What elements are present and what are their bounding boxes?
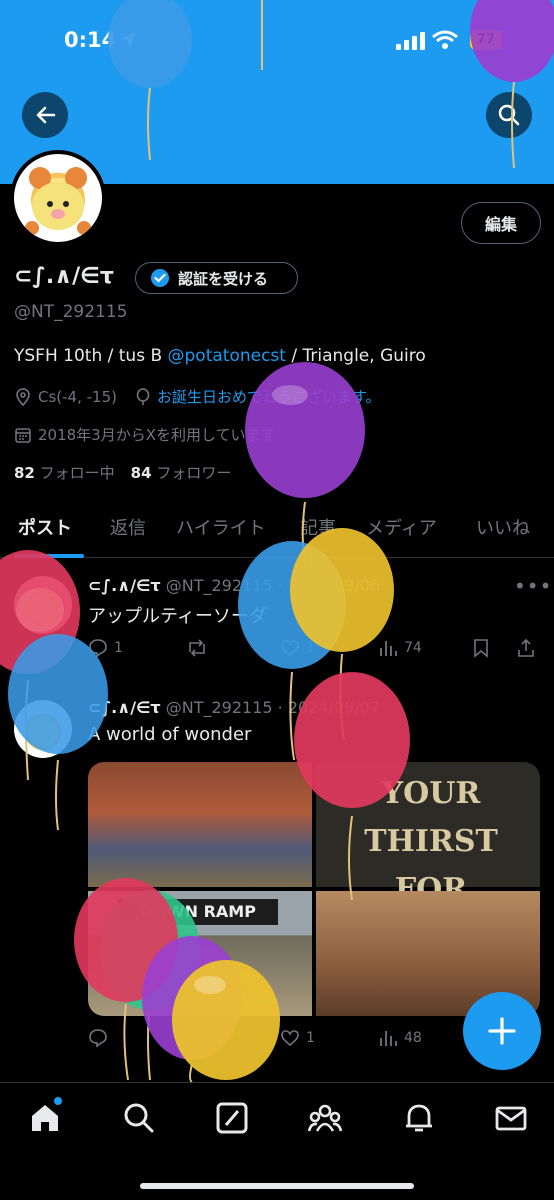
tweet-header: ⊂∫.∧/∈τ @NT_292115 · 2024/09/06 [88,576,380,595]
reply-button[interactable]: 1 [88,638,123,658]
tweet-author-name: ⊂∫.∧/∈τ [88,698,161,717]
like-count: 1 [306,640,315,656]
bio-text-suffix: / Triangle, Guiro [285,346,426,366]
tab-highlights[interactable]: ハイライト [176,514,266,540]
repost-icon [189,639,205,657]
search-button[interactable] [486,92,532,138]
ramp-sign-text: DOWN RAMP [118,899,278,925]
tweet-header: ⊂∫.∧/∈τ @NT_292115 · 2024/09/07 [88,698,380,717]
avatar-character-image [25,167,91,235]
profile-handle: @NT_292115 [14,302,128,322]
communities-icon[interactable] [308,1101,342,1135]
views-chart-icon [380,1031,397,1046]
battery-indicator: 77 [470,30,502,50]
profile-location: Cs(-4, -15) [38,387,117,406]
tab-posts[interactable]: ポスト [18,514,72,540]
followers-count: 84 [130,464,152,482]
status-time: 0:14 [64,28,117,52]
balloon-icon [136,387,150,405]
follow-stats: 82 フォロー中 84 フォロワー [14,462,231,483]
following-count: 82 [14,464,35,482]
media-photo-ramp[interactable]: DOWN RAMP [88,891,312,1016]
location-pin-icon [16,387,30,406]
bookmark-button[interactable] [472,638,490,658]
bottom-navigation [0,1082,554,1200]
edit-profile-button[interactable]: 編集 [461,202,541,244]
profile-birthday[interactable]: お誕生日おめでとうございます。 [157,386,381,407]
get-verified-button[interactable]: 認証を受ける [135,262,298,294]
share-icon [518,638,534,657]
views-button[interactable]: 48 [378,1028,422,1048]
views-chart-icon [380,641,397,656]
repost-button[interactable] [186,638,208,658]
active-tab-indicator [14,554,84,558]
home-notification-dot [54,1097,62,1105]
home-icon[interactable] [28,1101,62,1135]
profile-tabs: ポスト 返信 ハイライト 記事 メディア いいね [0,504,554,558]
search-icon[interactable] [122,1101,156,1135]
reply-icon [89,1029,107,1048]
reply-button[interactable] [88,1028,108,1048]
notifications-bell-icon[interactable] [402,1101,436,1135]
profile-meta-location-birthday: Cs(-4, -15) お誕生日おめでとうございます。 [14,386,381,407]
display-name: ⊂∫.∧/∈τ [14,264,114,289]
tab-media[interactable]: メディア [366,514,437,540]
profile-bio: YSFH 10th / tus B @potatonecst / Triangl… [14,346,426,366]
tweet-author-name: ⊂∫.∧/∈τ [88,576,161,595]
following-link[interactable]: 82 フォロー中 [14,462,115,483]
more-options-icon[interactable]: ••• [514,574,552,598]
heart-icon [281,640,299,657]
tweet-handle-date: @NT_292115 · 2024/09/07 [165,698,381,717]
reply-icon [89,639,107,658]
followers-link[interactable]: 84 フォロワー [131,462,232,483]
tweet-text: アップルティーソーダ [88,606,267,627]
messages-envelope-icon[interactable] [494,1101,528,1135]
wifi-icon [432,30,458,49]
like-button[interactable]: 1 [280,1028,315,1048]
tab-replies[interactable]: 返信 [110,514,146,540]
profile-avatar[interactable] [10,150,106,246]
status-bar: 0:14 77 [0,0,554,82]
tab-likes[interactable]: いいね [476,514,530,540]
home-indicator-bar [140,1183,414,1189]
location-arrow-icon [120,32,136,48]
tweet-avatar[interactable] [14,700,72,758]
grok-icon[interactable] [215,1101,249,1135]
bio-mention-link[interactable]: @potatonecst [168,346,286,366]
profile-meta-joined: 2018年3月からXを利用しています [14,424,276,445]
reply-count: 1 [114,640,123,656]
like-count: 1 [306,1030,315,1046]
like-button[interactable]: 1 [280,638,315,658]
heart-icon [281,1030,299,1047]
share-button[interactable] [516,638,536,658]
calendar-icon [15,427,31,443]
bio-text-prefix: YSFH 10th / tus B [14,346,168,366]
tweet-handle-date: @NT_292115 · 2024/09/06 [165,576,381,595]
tweet-media-grid[interactable]: YOUR THIRST FOR DOWN RAMP [88,762,540,1016]
arrow-left-icon [36,106,56,124]
tweet-avatar[interactable] [14,576,72,634]
back-button[interactable] [22,92,68,138]
cellular-signal-icon [396,32,425,50]
verified-badge-icon [151,269,169,287]
views-button[interactable]: 74 [378,638,422,658]
search-icon [498,104,520,126]
view-count: 48 [404,1030,422,1046]
profile-joined-date: 2018年3月からXを利用しています [38,426,276,444]
tab-articles[interactable]: 記事 [300,514,336,540]
compose-post-button[interactable] [463,992,541,1070]
following-label: フォロー中 [39,464,115,482]
media-photo-mural[interactable] [88,762,312,887]
followers-label: フォロワー [156,464,232,482]
tweet-text: A world of wonder [88,724,252,745]
tweet-actions: 1 1 74 [88,638,540,664]
plus-icon [488,1017,516,1045]
media-photo-sign[interactable]: YOUR THIRST FOR [316,762,540,907]
view-count: 74 [404,640,422,656]
bookmark-icon [474,639,488,658]
get-verified-label: 認証を受ける [178,269,269,288]
